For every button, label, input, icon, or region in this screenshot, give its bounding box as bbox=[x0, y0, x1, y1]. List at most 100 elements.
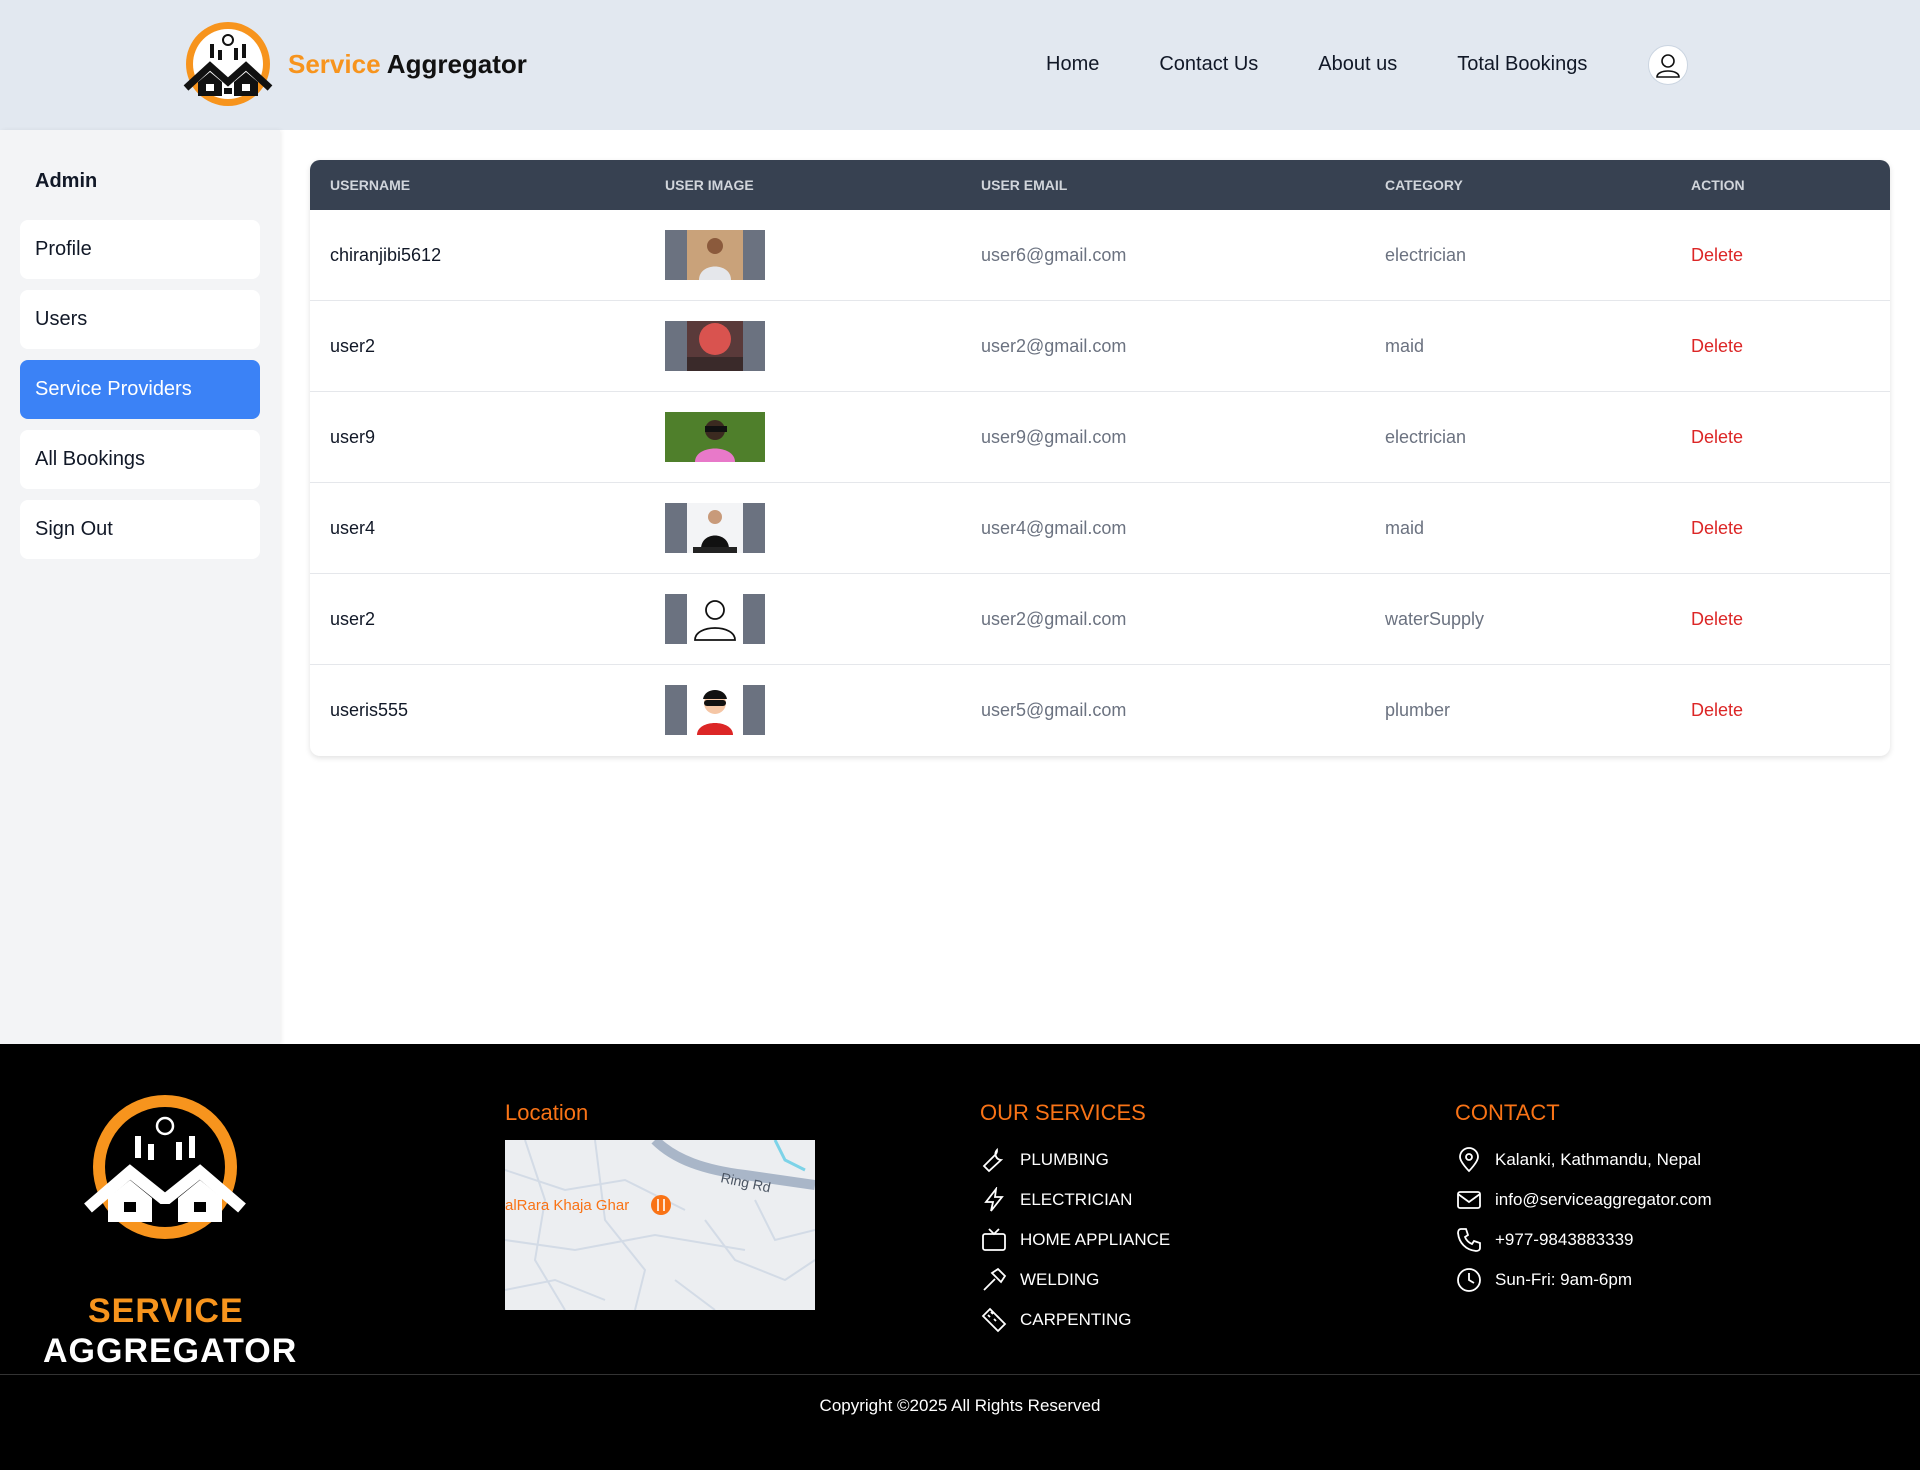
phone-icon bbox=[1455, 1226, 1483, 1254]
contact-text: info@serviceaggregator.com bbox=[1495, 1190, 1712, 1209]
category-cell: maid bbox=[1385, 336, 1425, 356]
tv-icon bbox=[980, 1226, 1008, 1254]
ruler-icon bbox=[980, 1306, 1008, 1334]
column-header-action: ACTION bbox=[1691, 177, 1745, 193]
contact-phone[interactable]: +977-9843883339 bbox=[1455, 1220, 1712, 1260]
user-icon bbox=[1656, 54, 1680, 78]
table-row: user9 user9@gmail.com electrician Delete bbox=[310, 392, 1890, 483]
services-heading: OUR SERVICES bbox=[980, 1100, 1146, 1125]
user-image bbox=[665, 685, 765, 735]
service-item-welding[interactable]: WELDING bbox=[980, 1260, 1170, 1300]
site-footer: SERVICE AGGREGATOR Location Ring Rd alRa… bbox=[0, 1044, 1920, 1470]
service-item-plumbing[interactable]: PLUMBING bbox=[980, 1140, 1170, 1180]
nav-home[interactable]: Home bbox=[1046, 53, 1099, 76]
footer-divider bbox=[0, 1374, 1920, 1375]
user-avatar[interactable] bbox=[1648, 45, 1688, 85]
service-providers-table: USERNAME USER IMAGE USER EMAIL CATEGORY … bbox=[310, 160, 1890, 756]
service-label: HOME APPLIANCE bbox=[1020, 1230, 1171, 1249]
service-item-home-appliance[interactable]: HOME APPLIANCE bbox=[980, 1220, 1170, 1260]
delete-button[interactable]: Delete bbox=[1691, 700, 1743, 721]
contact-text: +977-9843883339 bbox=[1495, 1230, 1634, 1249]
email-cell: user2@gmail.com bbox=[981, 609, 1127, 629]
location-map[interactable]: Ring Rd alRara Khaja Ghar bbox=[505, 1140, 815, 1310]
user-image bbox=[665, 321, 765, 371]
services-list: PLUMBING ELECTRICIAN HOME APPLIANCE WELD… bbox=[980, 1140, 1170, 1340]
delete-button[interactable]: Delete bbox=[1691, 336, 1743, 357]
brand-name-part1: Service bbox=[288, 48, 381, 79]
location-heading: Location bbox=[505, 1100, 589, 1125]
copyright-text: Copyright ©2025 All Rights Reserved bbox=[819, 1396, 1101, 1415]
top-header: Service Aggregator Home Contact Us About… bbox=[0, 0, 1920, 130]
contact-text: Kalanki, Kathmandu, Nepal bbox=[1495, 1150, 1702, 1169]
service-label: WELDING bbox=[1020, 1270, 1100, 1289]
location-pin-icon bbox=[1455, 1146, 1483, 1174]
column-header-user-image: USER IMAGE bbox=[665, 177, 754, 193]
delete-button[interactable]: Delete bbox=[1691, 609, 1743, 630]
table-header: USERNAME USER IMAGE USER EMAIL CATEGORY … bbox=[310, 160, 1890, 210]
service-item-electrician[interactable]: ELECTRICIAN bbox=[980, 1180, 1170, 1220]
sidebar-item-service-providers[interactable]: Service Providers bbox=[20, 360, 260, 419]
nav-total-bookings[interactable]: Total Bookings bbox=[1457, 53, 1587, 76]
sidebar-item-profile[interactable]: Profile bbox=[20, 220, 260, 279]
nav-about-us[interactable]: About us bbox=[1318, 53, 1397, 76]
user-image bbox=[665, 503, 765, 553]
delete-button[interactable]: Delete bbox=[1691, 427, 1743, 448]
contact-hours: Sun-Fri: 9am-6pm bbox=[1455, 1260, 1712, 1300]
map-graphic: Ring Rd alRara Khaja Ghar bbox=[505, 1140, 815, 1310]
clock-icon bbox=[1455, 1266, 1483, 1294]
wrench-icon bbox=[980, 1146, 1008, 1174]
mail-icon bbox=[1455, 1186, 1483, 1214]
user-image bbox=[665, 594, 765, 644]
user-image bbox=[665, 412, 765, 462]
nav-contact-us[interactable]: Contact Us bbox=[1159, 53, 1258, 76]
footer-logo-line2: AGGREGATOR bbox=[43, 1332, 298, 1370]
username-cell: chiranjibi5612 bbox=[330, 245, 442, 265]
sidebar-item-all-bookings[interactable]: All Bookings bbox=[20, 430, 260, 489]
email-cell: user5@gmail.com bbox=[981, 700, 1127, 720]
table-row: user2 user2@gmail.com maid Delete bbox=[310, 301, 1890, 392]
username-cell: user4 bbox=[330, 518, 376, 538]
delete-button[interactable]: Delete bbox=[1691, 518, 1743, 539]
user-placeholder-icon bbox=[687, 594, 743, 644]
admin-sidebar: Admin Profile Users Service Providers Al… bbox=[0, 130, 280, 1044]
username-cell: user2 bbox=[330, 336, 376, 356]
main-nav: Home Contact Us About us Total Bookings bbox=[1046, 53, 1587, 76]
map-place-label: alRara Khaja Ghar bbox=[505, 1197, 629, 1214]
email-cell: user4@gmail.com bbox=[981, 518, 1127, 538]
sidebar-item-sign-out[interactable]: Sign Out bbox=[20, 500, 260, 559]
contact-heading: CONTACT bbox=[1455, 1100, 1560, 1125]
sidebar-item-users[interactable]: Users bbox=[20, 290, 260, 349]
house-logo-icon bbox=[183, 22, 273, 106]
table-row: user2 user2@gmail.com waterSupply Delete bbox=[310, 574, 1890, 665]
brand-name: Service Aggregator bbox=[288, 49, 527, 80]
username-cell: user2 bbox=[330, 609, 376, 629]
table-row: user4 user4@gmail.com maid Delete bbox=[310, 483, 1890, 574]
email-cell: user6@gmail.com bbox=[981, 245, 1127, 265]
column-header-category: CATEGORY bbox=[1385, 177, 1463, 193]
hammer-icon bbox=[980, 1266, 1008, 1294]
contact-text: Sun-Fri: 9am-6pm bbox=[1495, 1270, 1632, 1289]
service-label: PLUMBING bbox=[1020, 1150, 1109, 1169]
table-row: chiranjibi5612 user6@gmail.com electrici… bbox=[310, 210, 1890, 301]
user-image bbox=[665, 230, 765, 280]
brand-logo[interactable]: Service Aggregator bbox=[180, 18, 527, 110]
category-cell: electrician bbox=[1385, 427, 1467, 447]
username-cell: user9 bbox=[330, 427, 376, 447]
contact-email[interactable]: info@serviceaggregator.com bbox=[1455, 1180, 1712, 1220]
category-cell: maid bbox=[1385, 518, 1425, 538]
delete-button[interactable]: Delete bbox=[1691, 245, 1743, 266]
email-cell: user2@gmail.com bbox=[981, 336, 1127, 356]
house-logo-icon bbox=[84, 1095, 246, 1239]
lightning-icon bbox=[980, 1186, 1008, 1214]
category-cell: waterSupply bbox=[1385, 609, 1485, 629]
category-cell: plumber bbox=[1385, 700, 1451, 720]
service-label: CARPENTING bbox=[1020, 1310, 1132, 1329]
column-header-username: USERNAME bbox=[330, 177, 411, 193]
table-row: useris555 user5@gmail.com plumber Delete bbox=[310, 665, 1890, 756]
footer-logo-line1: SERVICE bbox=[88, 1292, 244, 1330]
brand-name-part2: Aggregator bbox=[386, 48, 527, 79]
column-header-user-email: USER EMAIL bbox=[981, 177, 1068, 193]
service-item-carpenting[interactable]: CARPENTING bbox=[980, 1300, 1170, 1340]
service-label: ELECTRICIAN bbox=[1020, 1190, 1133, 1209]
username-cell: useris555 bbox=[330, 700, 409, 720]
